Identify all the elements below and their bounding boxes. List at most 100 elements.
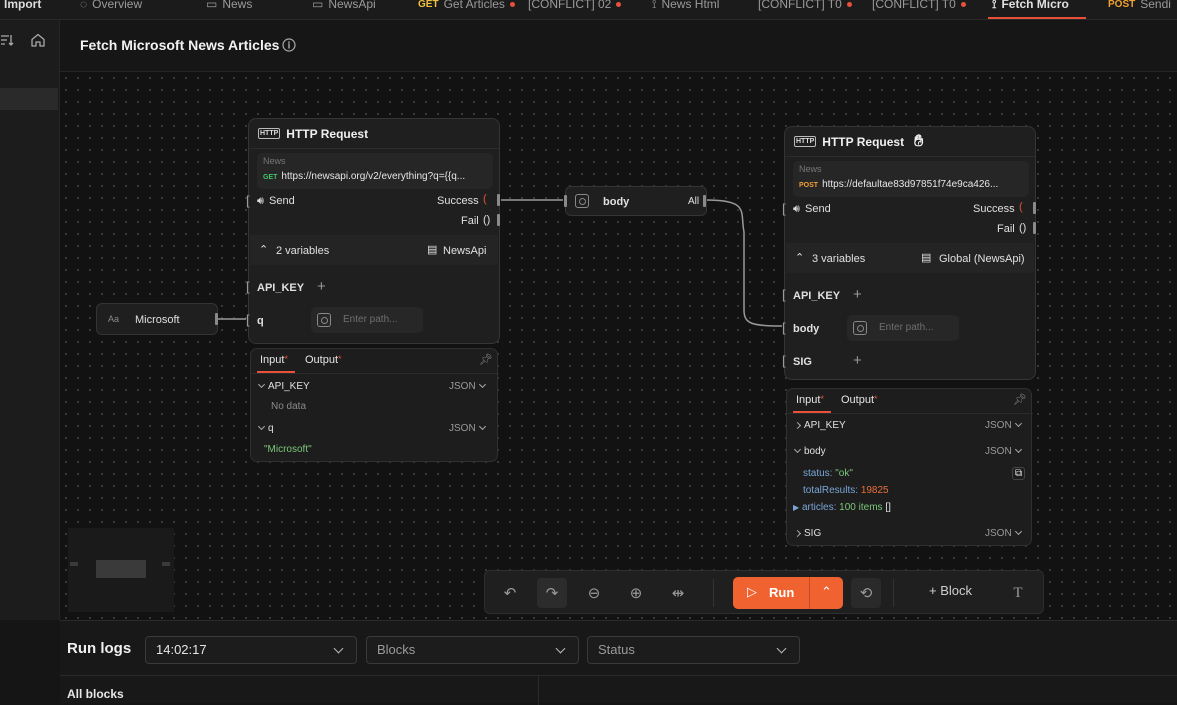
tab-import[interactable]: Import — [4, 0, 41, 14]
fit-view-button[interactable]: ⇹ — [663, 578, 693, 608]
undo-icon: ↶ — [503, 585, 517, 602]
sidebar-selected-item[interactable] — [0, 88, 58, 110]
pin-icon[interactable]: 📌︎ — [1013, 393, 1027, 406]
flow-canvas[interactable]: HTTP HTTP Request News GET https://newsap… — [60, 72, 1177, 620]
http-icon: HTTP — [258, 128, 281, 139]
success-output-port[interactable] — [1033, 202, 1036, 214]
divider — [787, 413, 1033, 414]
home-icon[interactable] — [30, 32, 46, 48]
undo-button[interactable]: ↶ — [495, 578, 525, 608]
var-port[interactable]: [ — [782, 320, 786, 335]
tab-conflict-t0-a[interactable]: [CONFLICT] T0 — [758, 0, 852, 14]
info-icon[interactable] — [282, 38, 296, 52]
tab-fetch-micro[interactable]: ⟟ Fetch Micro — [992, 0, 1069, 14]
method-badge: GET — [418, 0, 439, 10]
url-field[interactable]: News GET https://newsapi.org/v2/everythin… — [257, 153, 493, 189]
run-label: Run — [769, 585, 795, 600]
tab-get-articles[interactable]: GET Get Articles — [418, 0, 515, 14]
row-body[interactable]: body — [793, 445, 826, 457]
tab-input[interactable]: Input* — [796, 394, 824, 406]
fail-label: Fail — [461, 215, 479, 227]
io-panel-left: Input* Output* 📌︎ API_KEY JSON No data q… — [250, 348, 499, 462]
body-extract-node[interactable]: body All — [564, 186, 707, 216]
tab-label: NewsApi — [328, 0, 376, 11]
input-port[interactable]: [ — [246, 193, 250, 208]
format-select[interactable]: JSON — [985, 445, 1025, 457]
row-api-key[interactable]: API_KEY — [793, 420, 846, 431]
chevron-down-icon — [257, 422, 266, 431]
history-button[interactable]: ⟲ — [851, 578, 881, 608]
chevron-up-icon[interactable]: ⌃ — [821, 584, 832, 600]
required-star: * — [820, 394, 824, 404]
redo-button[interactable]: ↷ — [537, 578, 567, 608]
variables-source: Global (NewsApi) — [939, 253, 1025, 265]
tab-sendi[interactable]: POST Sendi — [1108, 0, 1171, 14]
row-name: API_KEY — [268, 381, 310, 392]
format-select[interactable]: JSON — [449, 380, 489, 392]
text-node-microsoft[interactable]: Aa Microsoft — [96, 303, 218, 335]
node-title: HTTP Request — [822, 134, 905, 149]
select-value: 14:02:17 — [156, 642, 207, 657]
json-articles[interactable]: ▶ articles: 100 items [] — [793, 502, 891, 513]
fail-output-port[interactable] — [1033, 222, 1036, 234]
sort-icon[interactable] — [0, 32, 14, 48]
add-icon[interactable]: + — [853, 352, 862, 369]
node-header[interactable]: HTTP HTTP Request ✋︎ — [785, 127, 1035, 157]
minimap[interactable] — [68, 528, 174, 612]
add-icon[interactable]: + — [317, 278, 326, 295]
url-field[interactable]: News POST https://defaultae83d97851f74e9c… — [793, 161, 1029, 197]
copy-icon[interactable]: ⧉ — [1012, 467, 1026, 480]
output-port[interactable] — [703, 195, 706, 207]
tab-news[interactable]: ▭ News — [206, 0, 252, 14]
run-time-select[interactable]: 14:02:17 — [145, 636, 357, 664]
variables-source: NewsApi — [443, 245, 487, 257]
tab-output[interactable]: Output* — [305, 354, 342, 366]
add-icon[interactable]: + — [853, 286, 862, 303]
zoom-out-button[interactable]: ⊖ — [579, 578, 609, 608]
blocks-select[interactable]: Blocks — [366, 636, 579, 664]
chevron-down-icon — [257, 380, 266, 389]
output-port-icon: ( — [1019, 201, 1023, 213]
minimap-node — [162, 562, 170, 566]
tab-conflict-02[interactable]: [CONFLICT] 02 — [528, 0, 622, 14]
tab-overview[interactable]: ◌ Overview — [80, 0, 142, 14]
tab-input[interactable]: Input* — [260, 354, 288, 366]
url-collection-label: News — [263, 156, 286, 166]
send-icon: 🔊︎ — [793, 203, 800, 215]
var-port[interactable]: [ — [782, 353, 786, 368]
body-node-label: body — [603, 196, 630, 208]
chevron-down-icon — [793, 445, 802, 454]
input-port[interactable] — [564, 195, 567, 207]
var-port[interactable]: [ — [246, 312, 250, 327]
add-block-button[interactable]: + Block — [929, 583, 972, 598]
fail-output-port[interactable] — [497, 214, 500, 226]
chevron-down-icon — [1014, 527, 1022, 536]
tab-conflict-t0-b[interactable]: [CONFLICT] T0 — [872, 0, 966, 14]
play-icon: ▷ — [747, 584, 757, 599]
tab-news-html[interactable]: ⟟ News Html — [652, 0, 719, 14]
status-select[interactable]: Status — [587, 636, 800, 664]
text-tool-button[interactable]: T — [1003, 578, 1033, 608]
input-port[interactable]: [ — [782, 201, 786, 216]
node-header[interactable]: HTTP HTTP Request — [249, 119, 499, 149]
tab-newsapi[interactable]: ▭ NewsApi — [312, 0, 376, 14]
format-select[interactable]: JSON — [449, 422, 489, 434]
output-port[interactable] — [215, 313, 218, 325]
row-api-key[interactable]: API_KEY — [257, 380, 310, 392]
http-request-node-post[interactable]: HTTP HTTP Request ✋︎ News POST https://de… — [782, 126, 1036, 380]
all-blocks-label[interactable]: All blocks — [67, 687, 124, 701]
tab-output[interactable]: Output* — [841, 394, 878, 406]
row-sig[interactable]: SIG — [793, 528, 821, 539]
zoom-in-button[interactable]: ⊕ — [621, 578, 651, 608]
run-button[interactable]: ▷ Run ⌃ — [733, 577, 843, 609]
divider — [60, 675, 1177, 676]
var-port[interactable]: [ — [246, 279, 250, 294]
tab-label: Get Articles — [443, 0, 505, 11]
var-port[interactable]: [ — [782, 287, 786, 302]
http-request-node-get[interactable]: HTTP HTTP Request News GET https://newsap… — [246, 118, 500, 344]
success-output-port[interactable] — [497, 194, 500, 206]
pin-icon[interactable]: 📌︎ — [479, 353, 493, 366]
row-q[interactable]: q — [257, 422, 274, 434]
format-select[interactable]: JSON — [985, 419, 1025, 431]
format-select[interactable]: JSON — [985, 527, 1025, 539]
